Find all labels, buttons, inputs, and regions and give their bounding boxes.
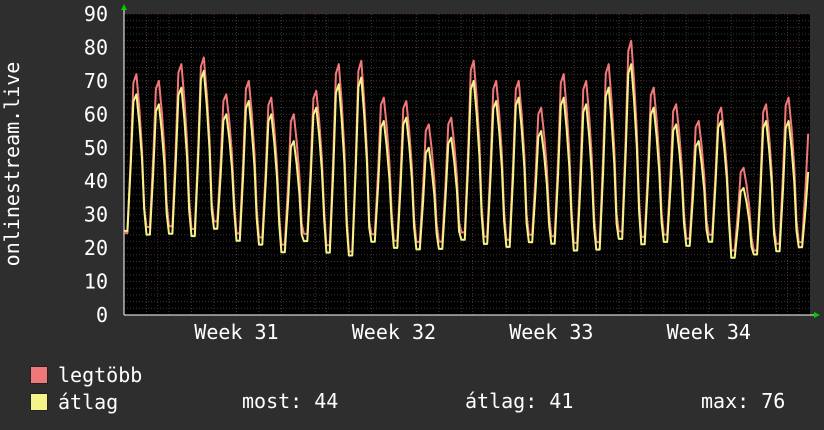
- y-tick-label: 10: [84, 270, 108, 294]
- legend-max-label: legtöbb: [58, 363, 143, 387]
- stat-max: max: 76: [701, 389, 786, 413]
- y-tick-label: 30: [84, 203, 108, 227]
- y-tick-label: 70: [84, 69, 108, 93]
- stat-average: átlag: 41: [465, 389, 574, 413]
- y-tick-label: 40: [84, 169, 108, 193]
- y-axis-label: onlinestream.live: [0, 62, 24, 267]
- y-tick-label: 80: [84, 35, 108, 59]
- y-tick-label: 20: [84, 236, 108, 260]
- x-tick-label: Week 34: [667, 320, 751, 344]
- avg-swatch: [30, 393, 48, 411]
- x-tick-label: Week 32: [352, 320, 436, 344]
- x-tick-label: Week 31: [194, 320, 278, 344]
- stat-now: most: 44: [242, 389, 339, 413]
- max-swatch: [30, 366, 48, 384]
- y-tick-label: 0: [96, 303, 108, 327]
- legend-avg-label: átlag: [58, 390, 119, 414]
- x-tick-label: Week 33: [509, 320, 593, 344]
- legend-item-avg: átlag: [30, 389, 118, 415]
- y-tick-label: 90: [84, 2, 108, 26]
- y-tick-label: 50: [84, 136, 108, 160]
- legend-item-max: legtöbb: [30, 362, 142, 388]
- y-tick-label: 60: [84, 102, 108, 126]
